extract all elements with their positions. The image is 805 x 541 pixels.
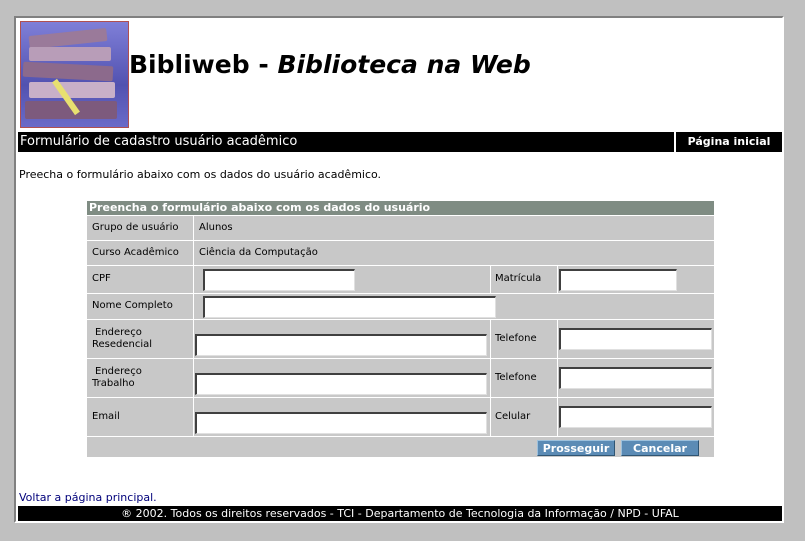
top-bar: Formulário de cadastro usuário acadêmico… [18, 132, 782, 152]
site-title-separator: - [258, 50, 269, 79]
telefone-label: Telefone [495, 333, 537, 344]
cpf-field[interactable] [203, 269, 355, 291]
grupo-value: Alunos [199, 222, 233, 233]
row-divider [87, 265, 714, 266]
celular-label: Celular [495, 411, 531, 422]
endereco-trabalho-label: Endereço Trabalho [92, 366, 142, 389]
page-frame: Bibliweb - Biblioteca na Web Formulário … [14, 16, 784, 523]
column-divider [557, 319, 558, 436]
curso-label: Curso Acadêmico [92, 247, 179, 258]
nome-label: Nome Completo [92, 300, 173, 311]
column-divider [490, 265, 491, 293]
prosseguir-button[interactable]: Prosseguir [537, 440, 615, 456]
home-link[interactable]: Página inicial [674, 132, 782, 152]
email-field[interactable] [195, 412, 487, 434]
telefone-trabalho-field[interactable] [559, 367, 712, 389]
back-to-main-link[interactable]: Voltar a página principal. [19, 491, 157, 504]
row-divider [87, 293, 714, 294]
row-divider [87, 397, 714, 398]
row-divider [87, 436, 714, 437]
row-divider [87, 319, 714, 320]
grupo-label: Grupo de usuário [92, 222, 179, 233]
endereco-residencial-label: Endereço Resedencial [92, 327, 153, 350]
column-divider [193, 215, 194, 436]
curso-value: Ciência da Computação [199, 247, 318, 258]
endereco-trabalho-field[interactable] [195, 373, 487, 395]
intro-text: Preecha o formulário abaixo com os dados… [19, 168, 382, 181]
page-title: Formulário de cadastro usuário acadêmico [20, 134, 298, 149]
site-subtitle: Biblioteca na Web [277, 50, 531, 79]
nome-completo-field[interactable] [203, 296, 496, 318]
row-divider [87, 215, 714, 216]
celular-field[interactable] [559, 406, 712, 428]
row-divider [87, 240, 714, 241]
site-title: Bibliweb - Biblioteca na Web [129, 50, 531, 79]
cancelar-button[interactable]: Cancelar [621, 440, 699, 456]
matricula-label: Matrícula [495, 273, 542, 284]
column-divider [557, 265, 558, 293]
telefone-residencial-field[interactable] [559, 328, 712, 350]
cpf-label: CPF [92, 273, 111, 284]
column-divider [490, 319, 491, 436]
footer: ® 2002. Todos os direitos reservados - T… [18, 506, 782, 521]
telefone-trabalho-label: Telefone [495, 372, 537, 383]
form-header: Preencha o formulário abaixo com os dado… [87, 201, 714, 215]
endereco-residencial-field[interactable] [195, 334, 487, 356]
row-divider [87, 358, 714, 359]
email-label: Email [92, 411, 120, 422]
site-name: Bibliweb [129, 50, 250, 79]
matricula-field[interactable] [559, 269, 677, 291]
books-logo-icon [20, 21, 129, 128]
registration-form: Preencha o formulário abaixo com os dado… [87, 201, 714, 457]
